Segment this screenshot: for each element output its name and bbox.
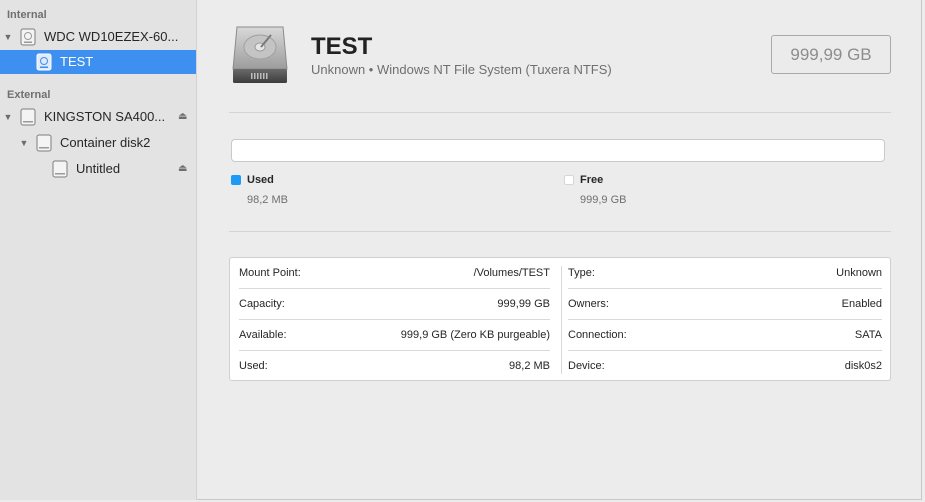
divider — [229, 231, 891, 232]
disclosure-triangle-icon[interactable]: ▼ — [3, 112, 13, 122]
info-column-left: Mount Point: /Volumes/TEST Capacity: 999… — [230, 258, 560, 382]
internal-disk-icon — [20, 28, 36, 46]
free-swatch — [564, 175, 574, 185]
sidebar-item-label: Container disk2 — [60, 135, 151, 150]
info-key: Connection: — [568, 329, 627, 341]
sidebar: Internal ▼ WDC WD10EZEX-60... TEST Exter… — [0, 0, 197, 500]
info-column-right: Type: Unknown Owners: Enabled Connection… — [561, 258, 891, 382]
eject-icon[interactable]: ⏏ — [178, 164, 188, 174]
disk-utility-window: Internal ▼ WDC WD10EZEX-60... TEST Exter… — [0, 0, 922, 500]
info-key: Type: — [568, 267, 595, 279]
info-row-capacity: Capacity: 999,99 GB — [239, 289, 550, 320]
sidebar-item-untitled-volume[interactable]: Untitled ⏏ — [0, 157, 196, 181]
info-key: Device: — [568, 360, 605, 372]
info-key: Used: — [239, 360, 268, 372]
sidebar-item-kingston-disk[interactable]: ▼ KINGSTON SA400... ⏏ — [0, 105, 196, 129]
info-row-mount-point: Mount Point: /Volumes/TEST — [239, 258, 550, 289]
sidebar-item-label: Untitled — [76, 161, 121, 176]
volume-info-table: Mount Point: /Volumes/TEST Capacity: 999… — [229, 257, 891, 381]
main-panel: TEST Unknown • Windows NT File System (T… — [197, 0, 921, 499]
external-disk-icon — [20, 108, 36, 126]
info-row-device: Device: disk0s2 — [568, 351, 882, 382]
sidebar-item-test-volume[interactable]: TEST — [0, 50, 196, 74]
hard-drive-icon — [232, 26, 288, 83]
disclosure-triangle-icon[interactable]: ▼ — [3, 32, 13, 42]
info-row-used: Used: 98,2 MB — [239, 351, 550, 382]
info-key: Available: — [239, 329, 287, 341]
sidebar-section-internal: Internal — [7, 9, 47, 21]
volume-size-badge: 999,99 GB — [771, 35, 891, 74]
volume-icon — [36, 53, 52, 71]
info-row-owners: Owners: Enabled — [568, 289, 882, 320]
info-value: 999,9 GB (Zero KB purgeable) — [400, 329, 550, 341]
info-key: Capacity: — [239, 298, 285, 310]
info-value: /Volumes/TEST — [473, 267, 550, 279]
disclosure-triangle-icon[interactable]: ▼ — [19, 138, 29, 148]
legend-used-value: 98,2 MB — [247, 194, 288, 206]
info-key: Owners: — [568, 298, 609, 310]
legend-used-label: Used — [247, 174, 274, 186]
sidebar-item-container-disk2[interactable]: ▼ Container disk2 — [0, 131, 196, 155]
info-key: Mount Point: — [239, 267, 301, 279]
legend-free-label: Free — [580, 174, 604, 186]
sidebar-item-label: KINGSTON SA400... — [44, 109, 166, 124]
info-row-type: Type: Unknown — [568, 258, 882, 289]
info-value: disk0s2 — [844, 360, 882, 372]
legend-free-value: 999,9 GB — [580, 194, 627, 206]
used-swatch — [231, 175, 241, 185]
sidebar-item-wdc-disk[interactable]: ▼ WDC WD10EZEX-60... — [0, 25, 196, 49]
info-value: SATA — [854, 329, 882, 341]
volume-title: TEST — [311, 33, 373, 60]
sidebar-item-label: WDC WD10EZEX-60... — [44, 29, 179, 44]
usage-bar — [231, 139, 885, 162]
info-value: Enabled — [841, 298, 882, 310]
info-value: 98,2 MB — [509, 360, 550, 372]
sidebar-section-external: External — [7, 89, 51, 101]
divider — [229, 112, 891, 113]
volume-subtitle: Unknown • Windows NT File System (Tuxera… — [311, 62, 612, 77]
sidebar-item-label: TEST — [60, 54, 94, 69]
info-value: 999,99 GB — [497, 298, 550, 310]
info-row-available: Available: 999,9 GB (Zero KB purgeable) — [239, 320, 550, 351]
info-value: Unknown — [836, 267, 882, 279]
volume-icon — [52, 160, 68, 178]
info-row-connection: Connection: SATA — [568, 320, 882, 351]
container-icon — [36, 134, 52, 152]
eject-icon[interactable]: ⏏ — [178, 112, 188, 122]
